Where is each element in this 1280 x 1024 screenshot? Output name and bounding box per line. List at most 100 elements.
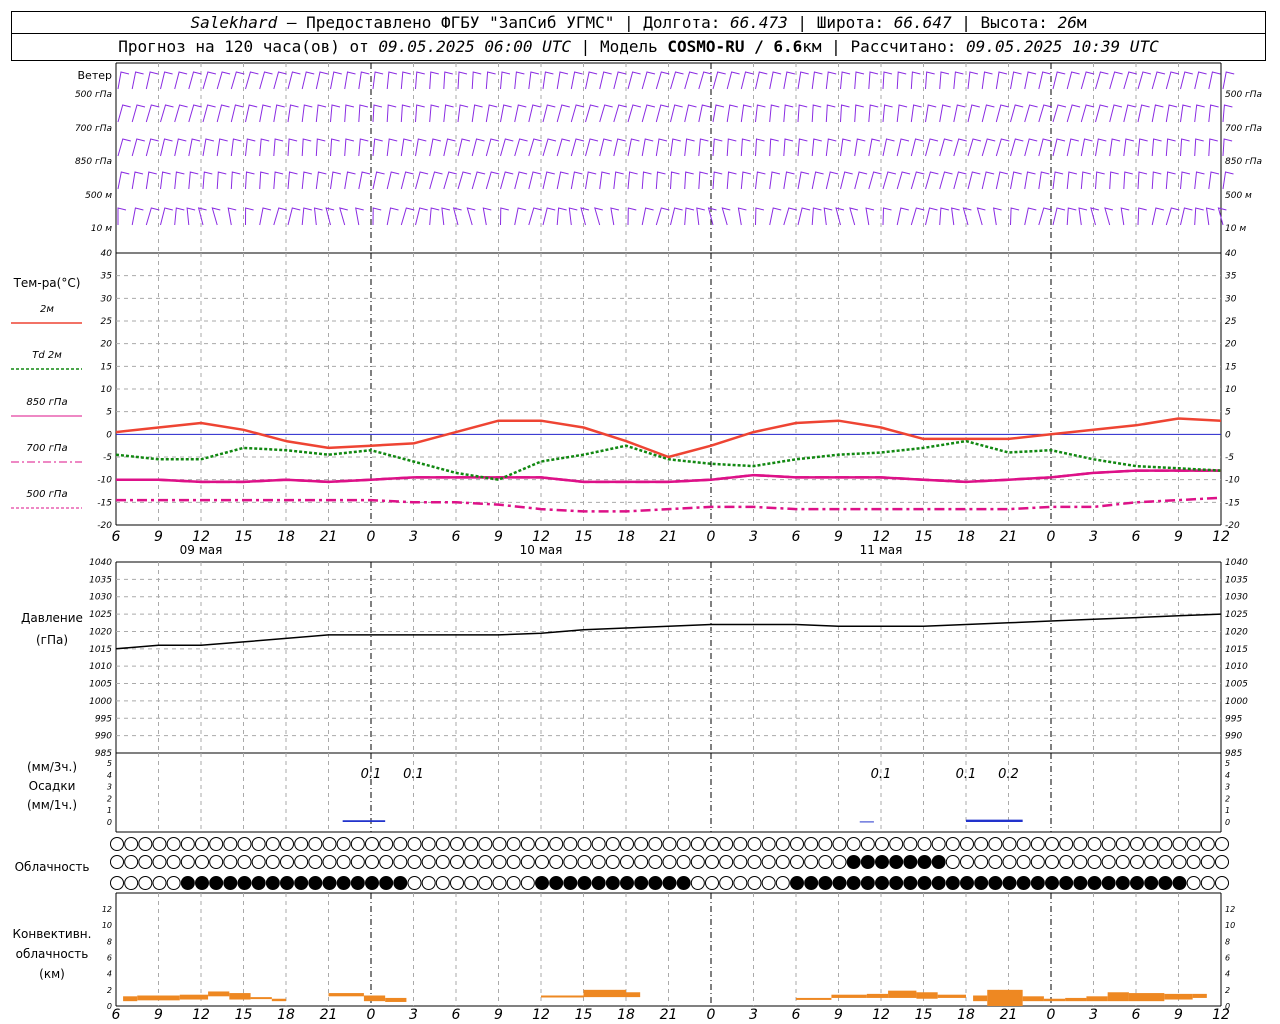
- temperature-panel-y-tick-label-left: 35: [101, 272, 113, 282]
- cloud-cover-circle: [705, 837, 719, 851]
- pressure-panel-y-tick-label-right: 995: [1225, 714, 1242, 724]
- cloud-cover-circle: [1158, 837, 1173, 851]
- temperature-panel-x-tick-label: 21: [660, 529, 678, 545]
- cloud-cover-circle: [846, 855, 861, 869]
- pressure-panel-y-tick-label-right: 1030: [1225, 593, 1248, 603]
- cloud-cover-circle: [1115, 837, 1130, 851]
- cloud-cover-circle: [478, 837, 493, 851]
- wind-level-label-left: 700 гПа: [75, 124, 112, 134]
- cloud-cover-circle: [421, 837, 436, 851]
- cloud-cover-circle: [747, 876, 762, 890]
- cloud-cover-circle: [1158, 876, 1173, 890]
- precip-y-tick-label-right: 5: [1225, 759, 1230, 768]
- temperature-panel-y-tick-label-right: 20: [1225, 340, 1237, 350]
- cloud-cover-circle: [945, 855, 960, 869]
- temperature-panel-x-tick-label: 3: [1089, 529, 1098, 545]
- convective-panel-x-tick-label: 6: [792, 1007, 801, 1023]
- cloud-cover-circle: [931, 876, 946, 890]
- temperature-panel-y-tick-label-left: -10: [97, 476, 112, 486]
- cloud-cover-circle: [435, 837, 450, 851]
- cloud-cover-circle: [492, 837, 507, 851]
- cloud-cover-circle: [945, 837, 960, 851]
- cloud-cover-circle: [1172, 855, 1187, 869]
- convective-panel-x-tick-label: 0: [1047, 1007, 1056, 1023]
- pressure-axis-label: Давление: [21, 611, 83, 625]
- temperature-panel-y-tick-label-right: 15: [1225, 362, 1237, 372]
- cloud-cover-circle: [1200, 855, 1215, 869]
- cloud-cover-circle: [407, 876, 422, 890]
- cloud-cover-circle: [478, 855, 493, 869]
- temperature-legend-label: 850 гПа: [26, 397, 67, 408]
- precip-y-tick-label-left: 1: [107, 806, 112, 815]
- cloud-cover-circle: [535, 837, 549, 851]
- cloud-cover-circle: [1073, 876, 1088, 890]
- convective-bar: [866, 993, 889, 998]
- cloud-cover-circle: [1186, 837, 1201, 851]
- cloud-cover-circle: [1030, 837, 1045, 851]
- temperature-panel-y-tick-label-right: 0: [1225, 430, 1231, 440]
- cloud-cover-circle: [846, 876, 861, 890]
- cloud-cover-circle: [1002, 837, 1017, 851]
- temperature-legend-label: 700 гПа: [26, 443, 67, 454]
- pressure-panel-y-tick-label-left: 1035: [89, 575, 112, 585]
- wind-barb-row: [117, 207, 1227, 226]
- convective-bar: [229, 993, 251, 1000]
- convective-bar: [179, 994, 209, 1000]
- precip-value-label: 0.1: [956, 767, 977, 782]
- temperature-panel-x-tick-label: 18: [617, 529, 635, 545]
- convective-bar: [363, 995, 386, 1002]
- cloud-cover-circle: [1073, 855, 1088, 869]
- wind-row-label: Ветер: [78, 69, 112, 82]
- cloud-cover-circle: [690, 876, 705, 890]
- temperature-panel-x-tick-label: 18: [277, 529, 295, 545]
- cloud-cover-circle: [818, 855, 833, 869]
- cloud-cover-circle: [705, 855, 719, 869]
- cloud-cover-circle: [591, 855, 606, 869]
- cloud-cover-circle: [251, 837, 266, 851]
- precip-y-tick-label-right: 0: [1225, 818, 1230, 827]
- cloud-cover-circle: [960, 876, 974, 890]
- cloud-cover-circle: [960, 837, 974, 851]
- temperature-panel-y-tick-label-right: 25: [1225, 317, 1237, 327]
- convective-panel-x-tick-label: 9: [1174, 1007, 1183, 1023]
- temperature-panel-x-tick-label: 18: [957, 529, 975, 545]
- pressure-panel-y-tick-label-right: 985: [1225, 749, 1242, 759]
- cloud-cover-circle: [110, 876, 124, 890]
- cloud-cover-circle: [350, 837, 365, 851]
- cloud-cover-circle: [903, 855, 918, 869]
- temperature-panel-x-tick-label: 0: [707, 529, 716, 545]
- cloud-cover-circle: [166, 876, 181, 890]
- cloud-cover-circle: [1002, 876, 1017, 890]
- cloud-cover-circle: [379, 855, 394, 869]
- cloud-cover-circle: [421, 855, 436, 869]
- wind-level-label-left: 10 м: [91, 224, 112, 234]
- cloud-cover-circle: [761, 876, 776, 890]
- cloud-cover-circle: [917, 855, 932, 869]
- convective-bar: [937, 994, 966, 998]
- convective-bar: [888, 990, 917, 998]
- pressure-axis-unit: (гПа): [36, 633, 68, 647]
- cloud-cover-circle: [1172, 837, 1187, 851]
- precip-unit-3h: (мм/3ч.): [27, 760, 77, 774]
- convective-y-tick-label-right: 10: [1225, 921, 1235, 930]
- temperature-panel-x-tick-label: 0: [1047, 529, 1056, 545]
- convective-panel-x-tick-label: 12: [1212, 1007, 1230, 1023]
- cloud-cover-circle: [549, 855, 564, 869]
- cloud-cover-circle: [775, 837, 790, 851]
- cloud-cover-circle: [676, 837, 691, 851]
- cloud-cover-circle: [110, 855, 124, 869]
- cloud-cover-circle: [1045, 855, 1059, 869]
- cloud-cover-circle: [790, 876, 804, 890]
- cloud-cover-circle: [166, 855, 181, 869]
- convective-bar: [271, 998, 286, 1002]
- cloud-cover-circle: [124, 876, 139, 890]
- temperature-panel-x-tick-label: 15: [575, 529, 593, 545]
- wind-level-label-left: 500 гПа: [75, 90, 112, 100]
- cloud-cover-circle: [1115, 855, 1130, 869]
- cloud-cover-circle: [1101, 855, 1116, 869]
- wind-level-label-right: 850 гПа: [1225, 157, 1262, 167]
- cloud-cover-circle: [563, 876, 578, 890]
- cloud-cover-circle: [1016, 876, 1031, 890]
- convective-bar: [328, 993, 364, 997]
- temperature-panel-y-tick-label-right: 35: [1225, 272, 1237, 282]
